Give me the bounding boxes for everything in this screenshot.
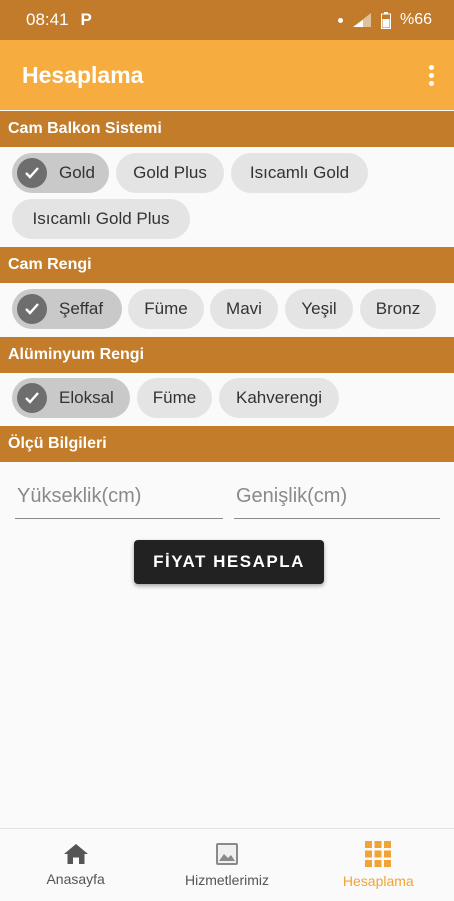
section-header-olcu: Ölçü Bilgileri <box>0 426 454 462</box>
home-icon <box>63 844 88 864</box>
chip-label: Gold Plus <box>133 163 207 182</box>
app-bar: Hesaplama <box>0 40 454 110</box>
width-field <box>234 476 440 519</box>
more-options-icon[interactable] <box>423 59 440 92</box>
chip-label: Şeffaf <box>59 299 104 318</box>
status-time: 08:41 <box>26 10 69 29</box>
chip-eloksal[interactable]: Eloksal <box>12 378 130 418</box>
chip-kahverengi[interactable]: Kahverengi <box>219 378 339 418</box>
calculate-price-button[interactable]: FİYAT HESAPLA <box>134 540 324 584</box>
section-header-balkon: Cam Balkon Sistemi <box>0 111 454 147</box>
section-header-cam-rengi: Cam Rengi <box>0 247 454 283</box>
chip-label: Kahverengi <box>235 388 322 407</box>
chip-yesil[interactable]: Yeşil <box>285 289 353 329</box>
nav-label: Hesaplama <box>342 873 414 889</box>
signal-icon <box>352 13 371 27</box>
chip-label: Füme <box>144 299 188 318</box>
chip-label: Mavi <box>226 299 262 318</box>
chip-bronz[interactable]: Bronz <box>360 289 436 329</box>
chip-gold-plus[interactable]: Gold Plus <box>116 153 224 193</box>
chip-label: Yeşil <box>301 299 337 318</box>
nav-label: Anasayfa <box>46 871 105 887</box>
battery-icon <box>380 11 391 29</box>
status-bar: 08:41 P %66 <box>0 0 454 40</box>
chip-seffaf[interactable]: Şeffaf <box>12 289 122 329</box>
chip-label: Bronz <box>375 299 421 318</box>
chip-label: Eloksal <box>59 388 114 407</box>
section-header-aluminyum: Alüminyum Rengi <box>0 337 454 373</box>
bottom-navigation: Anasayfa Hizmetlerimiz Hesaplama <box>0 828 454 901</box>
width-input[interactable] <box>234 476 440 516</box>
check-icon <box>17 294 47 324</box>
grid-icon <box>365 841 392 867</box>
chip-fume[interactable]: Füme <box>128 289 204 329</box>
chip-isicamli-gold-plus[interactable]: Isıcamlı Gold Plus <box>12 199 190 239</box>
check-icon <box>17 383 47 413</box>
height-input[interactable] <box>15 476 223 516</box>
notification-dot-icon <box>337 17 343 23</box>
app-notification-icon: P <box>80 10 92 29</box>
nav-label: Hizmetlerimiz <box>184 872 269 888</box>
nav-item-anasayfa[interactable]: Anasayfa <box>0 829 151 901</box>
battery-level: %66 <box>399 11 432 28</box>
chip-fume-aluminyum[interactable]: Füme <box>137 378 212 418</box>
image-icon <box>215 843 238 865</box>
chip-label: Gold <box>59 163 95 182</box>
nav-item-hizmetlerimiz[interactable]: Hizmetlerimiz <box>151 829 302 901</box>
chip-isicamli-gold[interactable]: Isıcamlı Gold <box>231 153 368 193</box>
chip-gold[interactable]: Gold <box>12 153 109 193</box>
chip-label: Isıcamlı Gold Plus <box>32 209 170 228</box>
check-icon <box>17 158 47 188</box>
nav-item-hesaplama[interactable]: Hesaplama <box>303 829 454 901</box>
height-field <box>15 476 223 519</box>
chip-label: Isıcamlı Gold <box>249 163 350 182</box>
chip-label: Füme <box>152 388 197 407</box>
page-title: Hesaplama <box>22 61 144 88</box>
chip-mavi[interactable]: Mavi <box>210 289 278 329</box>
